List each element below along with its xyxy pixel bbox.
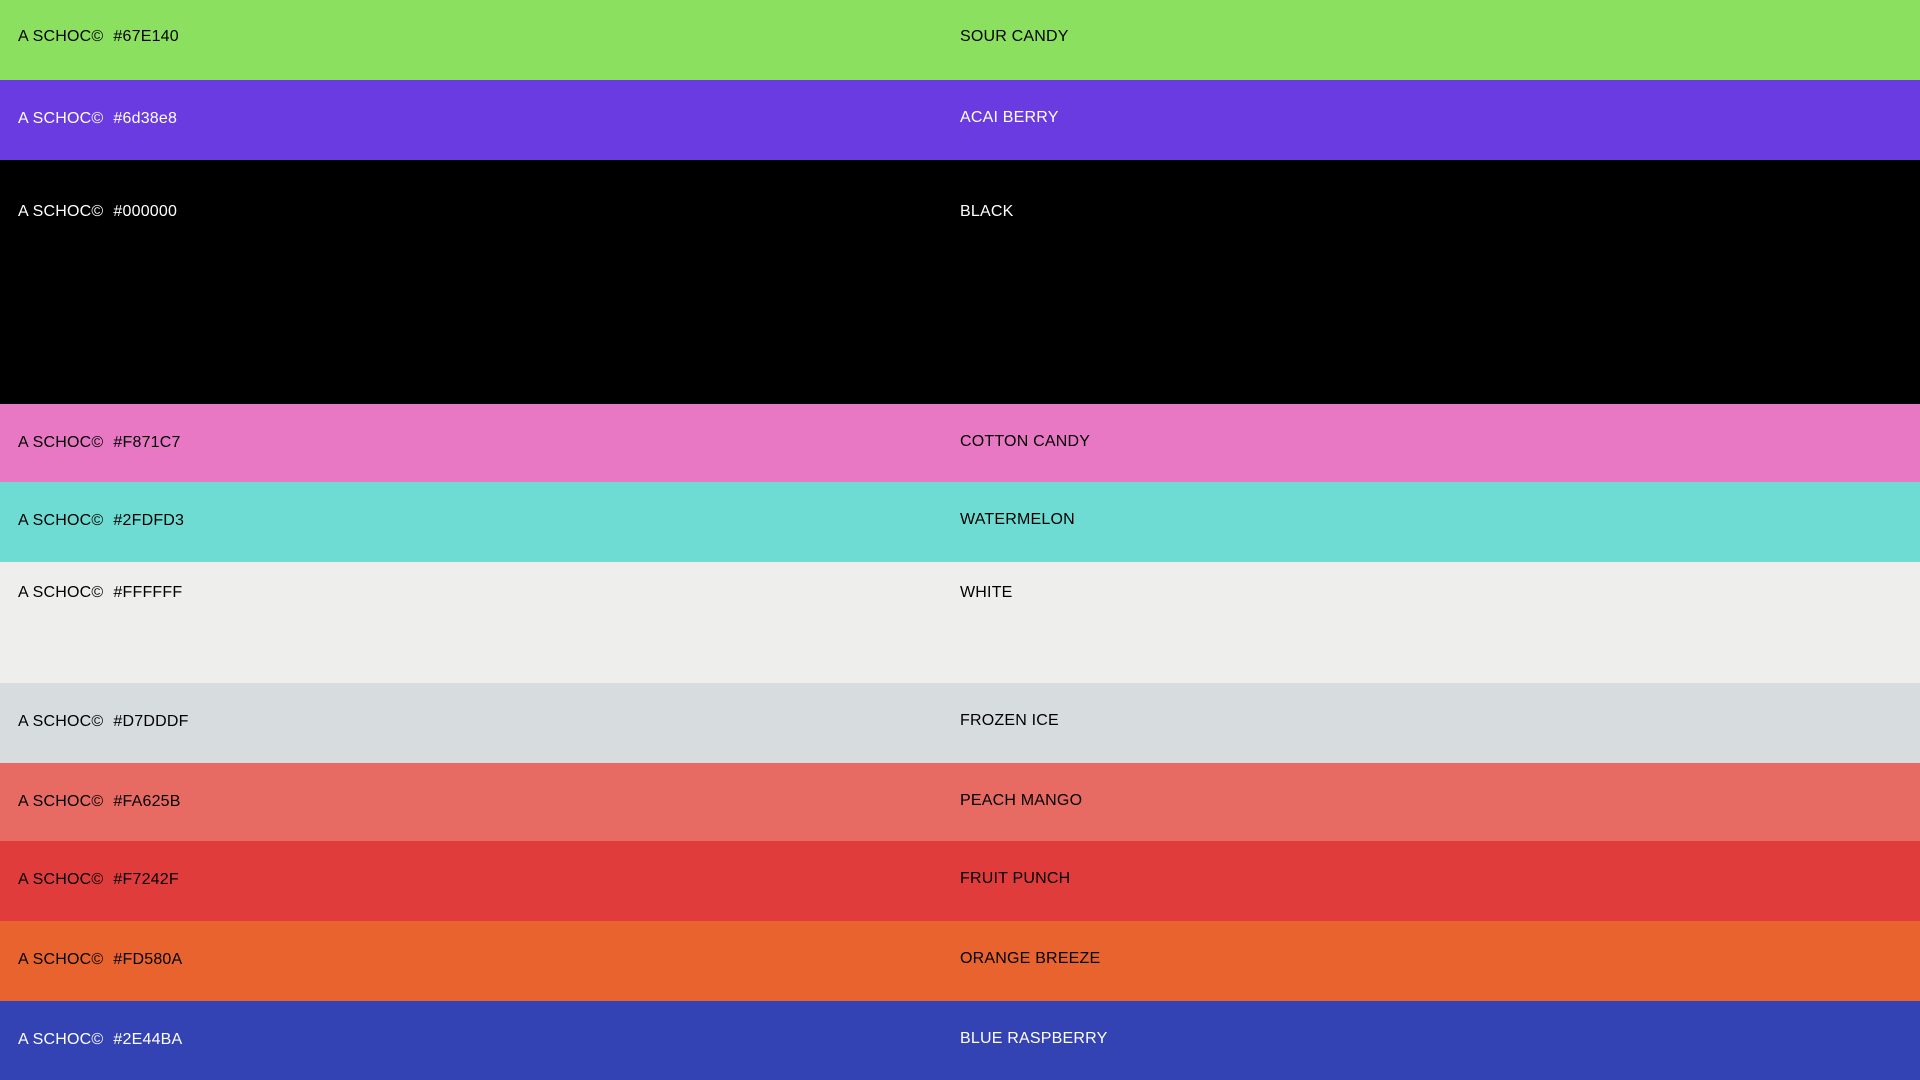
brand-label: A SCHOC© <box>18 512 104 529</box>
swatch-code-label: A SCHOC© #F7242F <box>18 871 179 889</box>
swatch-code-label: A SCHOC© #2E44BA <box>18 1031 182 1049</box>
swatch-code-label: A SCHOC© #D7DDDF <box>18 713 189 731</box>
brand-label: A SCHOC© <box>18 1031 104 1048</box>
brand-label: A SCHOC© <box>18 434 104 451</box>
swatch-code-label: A SCHOC© #2FDFD3 <box>18 512 184 530</box>
hex-code: #6d38e8 <box>113 110 178 127</box>
swatch-code-label: A SCHOC© #FA625B <box>18 793 181 811</box>
hex-code: #F871C7 <box>113 434 181 451</box>
swatch-sour-candy: A SCHOC© #67E140 SOUR CANDY <box>0 0 1920 80</box>
brand-label: A SCHOC© <box>18 203 104 220</box>
color-name: BLACK <box>960 203 1014 220</box>
hex-code: #D7DDDF <box>113 713 189 730</box>
swatch-code-label: A SCHOC© #6d38e8 <box>18 110 177 128</box>
color-name: ORANGE BREEZE <box>960 950 1101 967</box>
color-name: BLUE RASPBERRY <box>960 1030 1108 1047</box>
swatch-peach-mango: A SCHOC© #FA625B PEACH MANGO <box>0 763 1920 841</box>
swatch-code-label: A SCHOC© #F871C7 <box>18 434 181 452</box>
color-name: COTTON CANDY <box>960 433 1091 450</box>
swatch-code-label: A SCHOC© #000000 <box>18 203 177 221</box>
swatch-code-label: A SCHOC© #FFFFFF <box>18 584 182 602</box>
hex-code: #FA625B <box>113 793 181 810</box>
brand-label: A SCHOC© <box>18 951 104 968</box>
swatch-code-label: A SCHOC© #FD580A <box>18 951 182 969</box>
color-name: WATERMELON <box>960 511 1075 528</box>
swatch-watermelon: A SCHOC© #2FDFD3 WATERMELON <box>0 482 1920 562</box>
color-name: SOUR CANDY <box>960 28 1069 45</box>
hex-code: #2E44BA <box>113 1031 183 1048</box>
brand-label: A SCHOC© <box>18 793 104 810</box>
hex-code: #F7242F <box>113 871 179 888</box>
brand-label: A SCHOC© <box>18 28 104 45</box>
color-name: FRUIT PUNCH <box>960 870 1071 887</box>
swatch-code-label: A SCHOC© #67E140 <box>18 28 179 46</box>
brand-label: A SCHOC© <box>18 871 104 888</box>
brand-label: A SCHOC© <box>18 110 104 127</box>
color-name: ACAI BERRY <box>960 109 1059 126</box>
swatch-black: A SCHOC© #000000 BLACK <box>0 160 1920 404</box>
hex-code: #FD580A <box>113 951 183 968</box>
swatch-white: A SCHOC© #FFFFFF WHITE <box>0 562 1920 683</box>
hex-code: #67E140 <box>113 28 179 45</box>
color-name: FROZEN ICE <box>960 712 1059 729</box>
hex-code: #2FDFD3 <box>113 512 185 529</box>
hex-code: #000000 <box>113 203 178 220</box>
color-name: WHITE <box>960 584 1013 601</box>
swatch-fruit-punch: A SCHOC© #F7242F FRUIT PUNCH <box>0 841 1920 921</box>
brand-label: A SCHOC© <box>18 713 104 730</box>
swatch-cotton-candy: A SCHOC© #F871C7 COTTON CANDY <box>0 404 1920 482</box>
color-name: PEACH MANGO <box>960 792 1083 809</box>
brand-label: A SCHOC© <box>18 584 104 601</box>
swatch-frozen-ice: A SCHOC© #D7DDDF FROZEN ICE <box>0 683 1920 763</box>
swatch-blue-raspberry: A SCHOC© #2E44BA BLUE RASPBERRY <box>0 1001 1920 1080</box>
swatch-orange-breeze: A SCHOC© #FD580A ORANGE BREEZE <box>0 921 1920 1001</box>
hex-code: #FFFFFF <box>113 584 183 601</box>
color-palette: A SCHOC© #67E140 SOUR CANDY A SCHOC© #6d38… <box>0 0 1920 1080</box>
swatch-acai-berry: A SCHOC© #6d38e8 ACAI BERRY <box>0 80 1920 160</box>
